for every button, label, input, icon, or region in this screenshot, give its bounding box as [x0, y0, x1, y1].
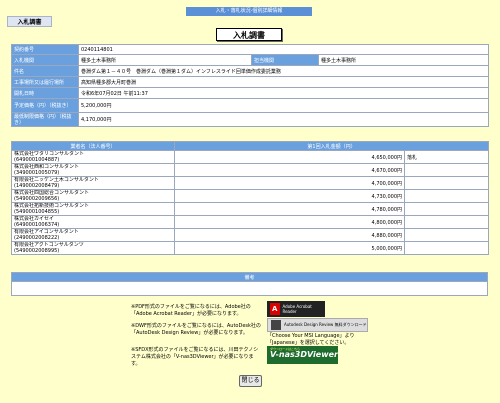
- bid-status: [404, 202, 489, 216]
- dwf-note: ※DWF形式のファイルをご覧になるには、AutoDesk社の「AutoDesk …: [131, 323, 261, 336]
- pdf-note: ※PDF形式のファイルをご覧になるには、Adobe社の「Adobe Acroba…: [131, 304, 251, 317]
- design-review-label: Autodesk Design Review 無料ダウンロード: [284, 322, 367, 327]
- bid-status: [404, 228, 489, 242]
- bid-amount: 4,650,000円: [174, 150, 405, 164]
- sfx-note: ※SFDX形式のファイルをご覧になるには、川田テクノシステム株式会社の「V-na…: [131, 347, 259, 367]
- org-label: 入札機関: [11, 54, 79, 66]
- corp-number: (3490001005079): [14, 170, 60, 176]
- place-label: 工事場所又は履行場所: [11, 76, 79, 88]
- bid-status: [404, 163, 489, 177]
- date-label: 開札日時: [11, 87, 79, 99]
- bid-amount: 4,800,000円: [174, 215, 405, 229]
- corp-number: (1490002008479): [14, 183, 60, 189]
- table-row: 株式会社四国総合コンサルタント (5490002009656) 4,730,000円: [11, 189, 489, 203]
- remarks-table: 備考: [11, 272, 488, 296]
- corp-number: (5490002009656): [14, 196, 60, 202]
- autodesk-icon: [271, 320, 281, 330]
- table-row: 株式会社西和コンサルタント (3490001005079) 4,670,000円: [11, 163, 489, 177]
- table-row: 有限会社ニッケン土木コンサルタント (1490002008479) 4,700,00…: [11, 176, 489, 190]
- corp-number: (6490001004887): [14, 157, 60, 163]
- acrobat-icon: A: [270, 303, 280, 315]
- announce-no: 0240114801: [77, 44, 490, 55]
- corp-number: (5490002008995): [14, 248, 60, 254]
- col-company: 業者名（法人番号）: [11, 141, 175, 151]
- bid-status: [404, 241, 489, 255]
- table-row: 株式会社カイセイ (6490001006374) 4,800,000円: [11, 215, 489, 229]
- org-value: 種多土木事務所: [78, 54, 252, 66]
- dept-label: 担当機関: [251, 54, 319, 66]
- v3dviewer-banner[interactable]: ダウンロードはこちら V-nas3DViewer: [267, 346, 338, 364]
- v3dviewer-sub: ダウンロードはこちら: [270, 347, 301, 351]
- tab-bid-record[interactable]: 入札調書: [7, 16, 52, 27]
- bid-status: [404, 215, 489, 229]
- remarks-value: [11, 281, 488, 296]
- bids-table: 業者名（法人番号） 第1回入札金額（円） 株式会社ワタリコンサルタント (64900…: [11, 141, 489, 255]
- announce-no-label: 契約番号: [11, 44, 79, 55]
- design-review-banner[interactable]: Autodesk Design Review 無料ダウンロード: [267, 318, 368, 332]
- table-row: 有限会社アクトコンサルタンツ (5490002008995) 5,000,000円: [11, 241, 489, 255]
- acrobat-label: Adobe Acrobat Reader: [282, 304, 312, 314]
- bid-amount: 4,880,000円: [174, 228, 405, 242]
- table-row: 株式会社ワタリコンサルタント (6490001004887) 4,650,000円落…: [11, 150, 489, 164]
- acrobat-banner[interactable]: A Adobe Acrobat Reader: [267, 301, 325, 317]
- name-value: 巻淵ダム第１－４０号 巻淵ダム（巻淵第１ダム）インフレスライド回単価作成委託業務: [77, 65, 490, 77]
- bid-status: [404, 189, 489, 203]
- table-row: 株式会社拓新技術コンサルタント (5490001004855) 4,780,000円: [11, 202, 489, 216]
- corp-number: (6490001006374): [14, 222, 60, 228]
- remarks-label: 備考: [11, 272, 488, 282]
- bid-amount: 5,000,000円: [174, 241, 405, 255]
- col-amount: 第1回入札金額（円）: [174, 141, 489, 151]
- corp-number: (5490001004855): [14, 209, 60, 215]
- planned-value: 5,200,000円: [77, 98, 490, 113]
- bid-amount: 4,700,000円: [174, 176, 405, 190]
- bid-amount: 4,670,000円: [174, 163, 405, 177]
- v3dviewer-label: V-nas3DViewer: [270, 350, 338, 359]
- planned-label: 予定価格（円）（税抜き）: [11, 98, 79, 113]
- date-value: 令和6年07月02日 午前11:37: [77, 87, 490, 99]
- min-value: 4,170,000円: [77, 112, 490, 127]
- page-title: 入札調書: [216, 28, 282, 41]
- name-label: 件名: [11, 65, 79, 77]
- min-label: 最低制限価格（円）（税抜き）: [11, 112, 79, 127]
- window-title: 入札・落札状況-個別詳細情報: [186, 7, 312, 16]
- dept-value: 種多土木事務所: [317, 54, 490, 66]
- close-button[interactable]: 閉じる: [239, 375, 262, 387]
- bid-amount: 4,730,000円: [174, 189, 405, 203]
- table-row: 有限会社アイコンサルタント (2490002008222) 4,880,000円: [11, 228, 489, 242]
- bid-amount: 4,780,000円: [174, 202, 405, 216]
- bid-status: 落札: [404, 150, 489, 164]
- details-table: 契約番号 0240114801 入札機関 種多土木事務所 担当機関 種多土木事務所 件名…: [11, 44, 490, 127]
- bid-status: [404, 176, 489, 190]
- place-value: 高知県種多郡大月町巻淵: [77, 76, 490, 88]
- corp-number: (2490002008222): [14, 235, 60, 241]
- dwf-lang-note: 「Choose Your MSI Language」より「Japanese」を選…: [267, 333, 355, 346]
